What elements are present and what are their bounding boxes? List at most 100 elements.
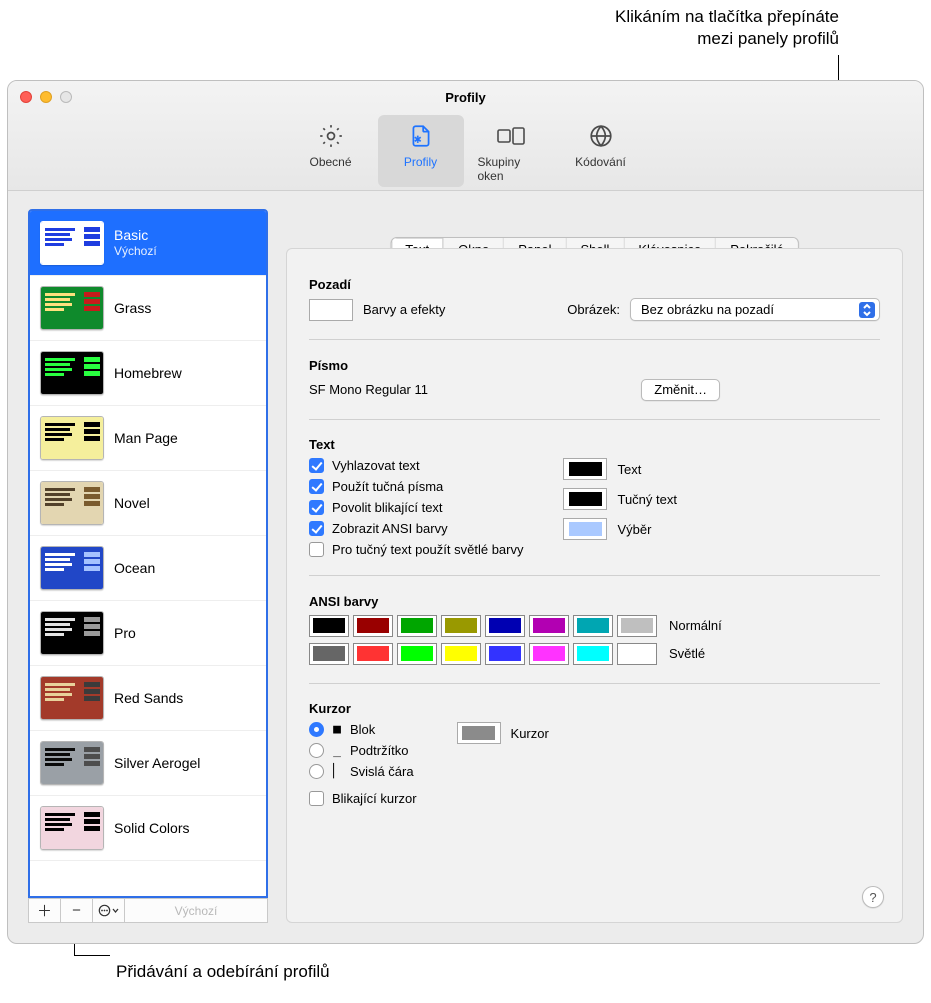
profile-item[interactable]: Man Page bbox=[30, 406, 266, 471]
section-title-background: Pozadí bbox=[309, 277, 880, 292]
text-checkbox[interactable]: Použít tučná písma bbox=[309, 479, 523, 494]
text-color-row: Tučný text bbox=[563, 488, 676, 510]
set-default-button[interactable]: Výchozí bbox=[125, 899, 267, 922]
text-color-label: Tučný text bbox=[617, 492, 676, 507]
text-color-well[interactable] bbox=[563, 458, 607, 480]
more-actions-button[interactable] bbox=[93, 899, 125, 922]
profile-thumbnail bbox=[40, 806, 104, 850]
text-color-row: Text bbox=[563, 458, 676, 480]
font-section: Písmo SF Mono Regular 11 Změnit… bbox=[309, 358, 880, 401]
cursor-color-well[interactable] bbox=[457, 722, 501, 744]
cursor-shape-option[interactable]: ▏ Svislá čára bbox=[309, 764, 417, 779]
profile-name: Silver Aerogel bbox=[114, 755, 200, 772]
ansi-color-well[interactable] bbox=[485, 643, 525, 665]
cursor-shape-option[interactable]: _ Podtržítko bbox=[309, 743, 417, 758]
ansi-color-well[interactable] bbox=[573, 643, 613, 665]
toolbar-tab-profiles[interactable]: Profily bbox=[378, 115, 464, 187]
text-color-label: Text bbox=[617, 462, 641, 477]
profiles-icon bbox=[406, 121, 436, 151]
profile-thumbnail bbox=[40, 351, 104, 395]
profile-item[interactable]: Solid Colors bbox=[30, 796, 266, 861]
profile-item[interactable]: Grass bbox=[30, 276, 266, 341]
ansi-color-well[interactable] bbox=[617, 643, 657, 665]
colors-and-effects-label: Barvy a efekty bbox=[363, 302, 445, 317]
cursor-blink-checkbox[interactable]: Blikající kurzor bbox=[309, 791, 417, 806]
profile-name: Novel bbox=[114, 495, 150, 512]
background-color-well[interactable] bbox=[309, 299, 353, 321]
checkbox-input[interactable] bbox=[309, 479, 324, 494]
checkbox-input[interactable] bbox=[309, 791, 324, 806]
radio-input[interactable] bbox=[309, 764, 324, 779]
profile-name: Solid Colors bbox=[114, 820, 189, 837]
ansi-color-well[interactable] bbox=[617, 615, 657, 637]
cursor-glyph-icon: _ bbox=[332, 743, 342, 758]
profile-item[interactable]: Pro bbox=[30, 601, 266, 666]
ansi-color-well[interactable] bbox=[441, 643, 481, 665]
checkbox-label: Blikající kurzor bbox=[332, 791, 417, 806]
cursor-section: Kurzor ■ Blok _ Podtržítko ▏ Svislá čára… bbox=[309, 701, 880, 806]
profile-thumbnail bbox=[40, 741, 104, 785]
window-body: Basic Výchozí Grass bbox=[8, 191, 923, 943]
checkbox-input[interactable] bbox=[309, 458, 324, 473]
text-checkbox[interactable]: Zobrazit ANSI barvy bbox=[309, 521, 523, 536]
profile-name: Basic bbox=[114, 227, 157, 244]
text-color-well[interactable] bbox=[563, 518, 607, 540]
ansi-color-well[interactable] bbox=[573, 615, 613, 637]
text-color-well[interactable] bbox=[563, 488, 607, 510]
ansi-color-well[interactable] bbox=[441, 615, 481, 637]
ansi-color-well[interactable] bbox=[397, 615, 437, 637]
background-image-select[interactable]: Bez obrázku na pozadí bbox=[630, 298, 880, 321]
divider bbox=[309, 575, 880, 576]
profile-label: Man Page bbox=[114, 430, 178, 447]
toolbar-tab-encoding[interactable]: Kódování bbox=[558, 115, 644, 187]
change-font-button[interactable]: Změnit… bbox=[641, 379, 720, 401]
profile-list-footer: ＋ − Výchozí bbox=[28, 898, 268, 923]
radio-input[interactable] bbox=[309, 722, 324, 737]
ansi-color-well[interactable] bbox=[529, 643, 569, 665]
ansi-color-well[interactable] bbox=[397, 643, 437, 665]
divider bbox=[309, 419, 880, 420]
add-profile-button[interactable]: ＋ bbox=[29, 899, 61, 922]
profile-list[interactable]: Basic Výchozí Grass bbox=[28, 209, 268, 898]
ansi-color-well[interactable] bbox=[309, 643, 349, 665]
toolbar-tab-groups[interactable]: Skupiny oken bbox=[468, 115, 554, 187]
toolbar-tab-general[interactable]: Obecné bbox=[288, 115, 374, 187]
font-value: SF Mono Regular 11 bbox=[309, 382, 428, 397]
checkbox-input[interactable] bbox=[309, 542, 324, 557]
profile-label: Solid Colors bbox=[114, 820, 189, 837]
cursor-option-label: Blok bbox=[350, 722, 375, 737]
checkbox-input[interactable] bbox=[309, 500, 324, 515]
ansi-row: Normální bbox=[309, 615, 880, 637]
ansi-color-well[interactable] bbox=[353, 615, 393, 637]
ansi-color-well[interactable] bbox=[309, 615, 349, 637]
help-button[interactable]: ? bbox=[862, 886, 884, 908]
text-checkbox[interactable]: Pro tučný text použít světlé barvy bbox=[309, 542, 523, 557]
ansi-color-well[interactable] bbox=[485, 615, 525, 637]
text-checkbox[interactable]: Vyhlazovat text bbox=[309, 458, 523, 473]
profile-item[interactable]: Red Sands bbox=[30, 666, 266, 731]
radio-input[interactable] bbox=[309, 743, 324, 758]
remove-profile-button[interactable]: − bbox=[61, 899, 93, 922]
cursor-color-label: Kurzor bbox=[511, 726, 549, 741]
section-title-cursor: Kurzor bbox=[309, 701, 880, 716]
ansi-color-well[interactable] bbox=[529, 615, 569, 637]
profile-thumbnail bbox=[40, 416, 104, 460]
profile-thumbnail bbox=[40, 676, 104, 720]
profile-editor: TextOknoPanelShellKlávesnicePokročilé Po… bbox=[286, 209, 903, 923]
profile-name: Pro bbox=[114, 625, 136, 642]
profile-item[interactable]: Novel bbox=[30, 471, 266, 536]
profile-item[interactable]: Basic Výchozí bbox=[30, 211, 266, 276]
cursor-glyph-icon: ▏ bbox=[332, 764, 342, 779]
pref-toolbar: Obecné Profily Skupiny oken Kódování bbox=[8, 115, 923, 187]
ansi-color-well[interactable] bbox=[353, 643, 393, 665]
checkbox-label: Pro tučný text použít světlé barvy bbox=[332, 542, 523, 557]
checkbox-input[interactable] bbox=[309, 521, 324, 536]
profile-thumbnail bbox=[40, 286, 104, 330]
cursor-shape-option[interactable]: ■ Blok bbox=[309, 722, 417, 737]
titlebar: Profily Obecné Profily Skupiny oken Kódo… bbox=[8, 81, 923, 191]
profile-item[interactable]: Homebrew bbox=[30, 341, 266, 406]
profile-item[interactable]: Ocean bbox=[30, 536, 266, 601]
profile-item[interactable]: Silver Aerogel bbox=[30, 731, 266, 796]
profile-name: Man Page bbox=[114, 430, 178, 447]
text-checkbox[interactable]: Povolit blikající text bbox=[309, 500, 523, 515]
